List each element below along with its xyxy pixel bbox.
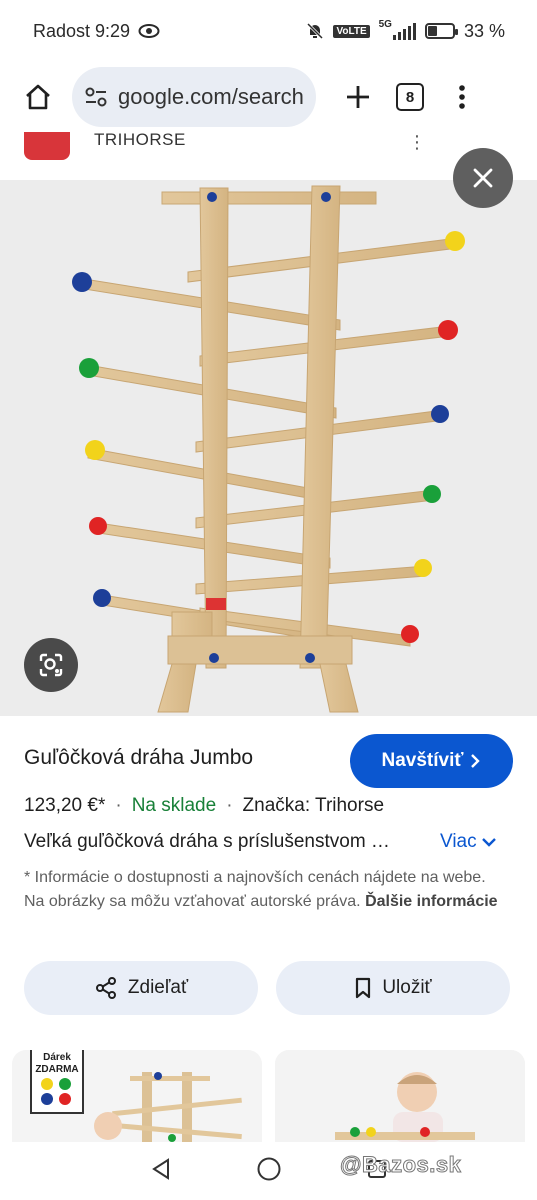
plus-icon: [347, 86, 369, 108]
brand: Značka: Trihorse: [242, 795, 385, 816]
price-row: 123,20 €* · Na sklade · Značka: Trihorse: [24, 795, 384, 817]
separator: ·: [115, 795, 122, 816]
more-menu-button[interactable]: [452, 77, 472, 117]
chevron-right-icon: [471, 754, 481, 768]
related-result-card[interactable]: [275, 1050, 525, 1142]
thumbnail-image: [275, 1050, 525, 1142]
description: Veľká guľôčková dráha s príslušenstvom …: [24, 831, 390, 852]
close-button[interactable]: [453, 148, 513, 208]
url-bar[interactable]: google.com/search: [72, 67, 316, 127]
related-result-card[interactable]: Dárek ZDARMA: [12, 1050, 262, 1142]
save-label: Uložiť: [382, 977, 432, 998]
share-button[interactable]: Zdieľať: [24, 961, 258, 1015]
store-name: TRIHORSE: [94, 132, 186, 149]
share-label: Zdieľať: [127, 977, 189, 998]
url-text: google.com/search: [118, 84, 304, 109]
home-circle-icon: [257, 1157, 280, 1180]
home-icon: [26, 84, 50, 110]
product-title: Guľôčková dráha Jumbo: [24, 746, 254, 769]
store-logo: [24, 132, 70, 160]
mute-bell-icon: [307, 22, 324, 40]
more-label: Viac: [440, 831, 477, 852]
visit-button[interactable]: Navštíviť: [350, 734, 513, 788]
new-tab-button[interactable]: [338, 77, 378, 117]
chevron-down-icon: [481, 838, 496, 847]
share-icon: [95, 977, 116, 999]
more-vert-icon: ⋮: [408, 132, 426, 152]
more-vert-icon: [459, 85, 465, 109]
description-row: Veľká guľôčková dráha s príslušenstvom ……: [24, 831, 514, 853]
separator: ·: [226, 795, 233, 816]
close-icon: [473, 168, 493, 188]
disclaimer: * Informácie o dostupnosti a najnovších …: [24, 866, 504, 914]
google-lens-button[interactable]: [24, 638, 78, 692]
more-info-link[interactable]: Ďalšie informácie: [365, 893, 498, 910]
bookmark-icon: [356, 977, 371, 999]
browser-toolbar: google.com/search 8: [0, 62, 537, 132]
product-image[interactable]: [0, 180, 537, 716]
back-icon: [151, 1157, 169, 1180]
watermark: @Bazos.sk: [339, 1152, 462, 1178]
price: 123,20 €*: [24, 795, 106, 816]
volte-badge: VoLTE: [333, 24, 370, 38]
save-button[interactable]: Uložiť: [276, 961, 510, 1015]
home-button[interactable]: [18, 77, 58, 117]
eye-icon: [138, 24, 160, 38]
home-nav-button[interactable]: [256, 1156, 282, 1187]
thumbnail-image: [94, 1072, 242, 1142]
carrier-time: Radost 9:29: [33, 20, 131, 41]
site-settings-icon: [85, 87, 107, 107]
signal-icon: [392, 22, 416, 40]
availability: Na sklade: [131, 795, 217, 816]
more-link[interactable]: Viac: [440, 831, 497, 853]
lens-icon: [39, 653, 63, 677]
tabs-button[interactable]: 8: [396, 83, 424, 111]
battery-text: 33 %: [463, 20, 505, 41]
back-button[interactable]: [150, 1157, 172, 1186]
visit-label: Navštíviť: [381, 750, 464, 771]
marble-run-illustration: [0, 180, 537, 716]
network-label: 5G: [378, 18, 392, 30]
battery-icon: [424, 23, 458, 39]
status-bar: Radost 9:29 VoLTE 5G 33 %: [0, 0, 537, 62]
